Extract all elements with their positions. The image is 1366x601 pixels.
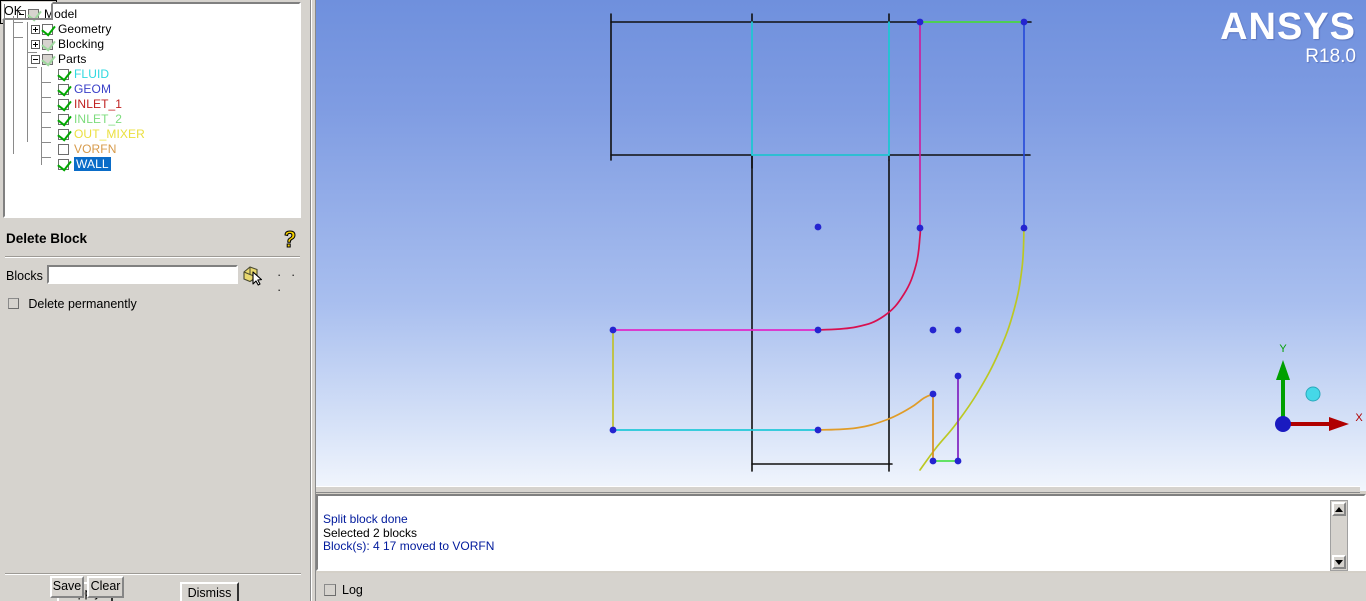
wireframe-vertex[interactable] [815, 427, 822, 434]
scroll-down-arrow-icon[interactable] [1332, 555, 1346, 569]
ok-button-label: OK [2, 2, 53, 20]
tree-item-label: OUT_MIXER [74, 127, 145, 141]
wireframe-vertex[interactable] [930, 458, 937, 465]
tree-item-inlet_1[interactable]: INLET_1 [5, 97, 299, 112]
log-line: Split block done [323, 513, 494, 527]
blocking-wireframe [316, 0, 1366, 491]
tree-connector-line [13, 37, 23, 38]
log-horizontal-scrollbar[interactable] [316, 486, 1360, 493]
visibility-checkbox[interactable] [58, 69, 69, 80]
tree-item-inlet_2[interactable]: INLET_2 [5, 112, 299, 127]
dismiss-button[interactable]: Dismiss [180, 582, 239, 601]
wireframe-vertex[interactable] [930, 391, 937, 398]
tree-item-vorfn[interactable]: VORFN [5, 142, 299, 157]
visibility-checkbox[interactable] [58, 114, 69, 125]
visibility-checkbox[interactable] [58, 129, 69, 140]
save-log-button[interactable]: Save [50, 576, 84, 598]
tree-connector-line [41, 142, 51, 143]
tree-item-fluid[interactable]: FLUID [5, 67, 299, 82]
tree-item-geom[interactable]: GEOM [5, 82, 299, 97]
wireframe-edge[interactable] [818, 394, 933, 430]
tree-connector-line [41, 127, 51, 128]
page-title: Delete Block [6, 231, 87, 246]
tree-connector-line [41, 82, 51, 83]
log-checkbox-label: Log [342, 583, 363, 597]
visibility-checkbox[interactable] [58, 159, 69, 170]
wireframe-vertex[interactable] [1021, 19, 1028, 26]
triad-x-label: X [1355, 412, 1363, 424]
wireframe-vertex[interactable] [610, 327, 617, 334]
bottom-toolbar: Log [316, 573, 1366, 601]
graphics-viewport[interactable]: ANSYS R18.0 [316, 0, 1366, 491]
log-line: Block(s): 4 17 moved to VORFN [323, 540, 494, 554]
delete-permanently-label: Delete permanently [28, 297, 136, 311]
wireframe-edge[interactable] [818, 228, 920, 330]
message-log[interactable]: Split block doneSelected 2 blocksBlock(s… [316, 494, 1366, 571]
tree-item-label: Parts [58, 52, 87, 66]
tree-connector-line [27, 22, 28, 142]
more-options-ellipsis[interactable]: · · · [277, 267, 310, 297]
wireframe-vertex[interactable] [1021, 225, 1028, 232]
tree-item-label: Blocking [58, 37, 104, 51]
tree-item-wall[interactable]: WALL [5, 157, 299, 172]
tree-connector-line [13, 22, 23, 23]
tree-connector-line [41, 97, 51, 98]
visibility-checkbox[interactable] [42, 24, 53, 35]
wireframe-vertex[interactable] [930, 327, 937, 334]
clear-log-button[interactable]: Clear [87, 576, 124, 598]
delete-permanently-row[interactable]: Delete permanently [8, 296, 137, 310]
question-mark-help-icon[interactable] [279, 228, 301, 250]
tree-item-blocking[interactable]: Blocking [5, 37, 299, 52]
axis-triad: Y X [1261, 336, 1366, 440]
tree-item-label: INLET_1 [74, 97, 122, 111]
tree-item-parts[interactable]: Parts [5, 52, 299, 67]
wireframe-vertex[interactable] [610, 427, 617, 434]
button-divider [5, 573, 301, 575]
ansys-icem-cfd-window: ModelGeometryBlockingPartsFLUIDGEOMINLET… [0, 0, 1366, 601]
tree-item-label: Geometry [58, 22, 111, 36]
tree-connector-line [27, 52, 37, 53]
log-checkbox[interactable] [324, 584, 336, 596]
expand-icon[interactable] [31, 25, 40, 34]
tree-connector-line [41, 112, 51, 113]
visibility-checkbox[interactable] [58, 84, 69, 95]
wireframe-vertex[interactable] [955, 327, 962, 334]
tree-item-out_mixer[interactable]: OUT_MIXER [5, 127, 299, 142]
wireframe-vertex[interactable] [815, 327, 822, 334]
panel-divider [5, 256, 300, 258]
tree-item-label: VORFN [74, 142, 117, 156]
tree-item-label: INLET_2 [74, 112, 122, 126]
log-vertical-scrollbar[interactable] [1330, 500, 1348, 571]
tree-item-label: GEOM [74, 82, 111, 96]
wireframe-vertex[interactable] [955, 373, 962, 380]
blocks-label: Blocks [6, 269, 43, 283]
wireframe-edge[interactable] [920, 228, 1024, 470]
expand-icon[interactable] [31, 40, 40, 49]
tree-item-label: FLUID [74, 67, 109, 81]
message-log-text: Split block doneSelected 2 blocksBlock(s… [323, 513, 494, 554]
tree-item-label: WALL [74, 157, 111, 171]
visibility-checkbox[interactable] [58, 99, 69, 110]
log-line: Selected 2 blocks [323, 527, 494, 541]
scroll-up-arrow-icon[interactable] [1332, 502, 1346, 516]
visibility-checkbox[interactable] [58, 144, 69, 155]
delete-permanently-checkbox[interactable] [8, 298, 19, 309]
blocks-input[interactable] [47, 265, 238, 284]
tree-connector-line [27, 67, 37, 68]
left-panel: ModelGeometryBlockingPartsFLUIDGEOMINLET… [0, 0, 311, 601]
wireframe-vertex[interactable] [917, 19, 924, 26]
model-tree[interactable]: ModelGeometryBlockingPartsFLUIDGEOMINLET… [3, 2, 301, 218]
select-cursor-icon[interactable] [242, 264, 266, 286]
tree-item-geometry[interactable]: Geometry [5, 22, 299, 37]
tree-connector-line [41, 157, 51, 158]
wireframe-vertex[interactable] [917, 225, 924, 232]
visibility-checkbox[interactable] [42, 54, 53, 65]
visibility-checkbox[interactable] [42, 39, 53, 50]
collapse-icon[interactable] [31, 55, 40, 64]
triad-y-label: Y [1279, 343, 1287, 355]
wireframe-vertex[interactable] [815, 224, 822, 231]
wireframe-vertex[interactable] [955, 458, 962, 465]
